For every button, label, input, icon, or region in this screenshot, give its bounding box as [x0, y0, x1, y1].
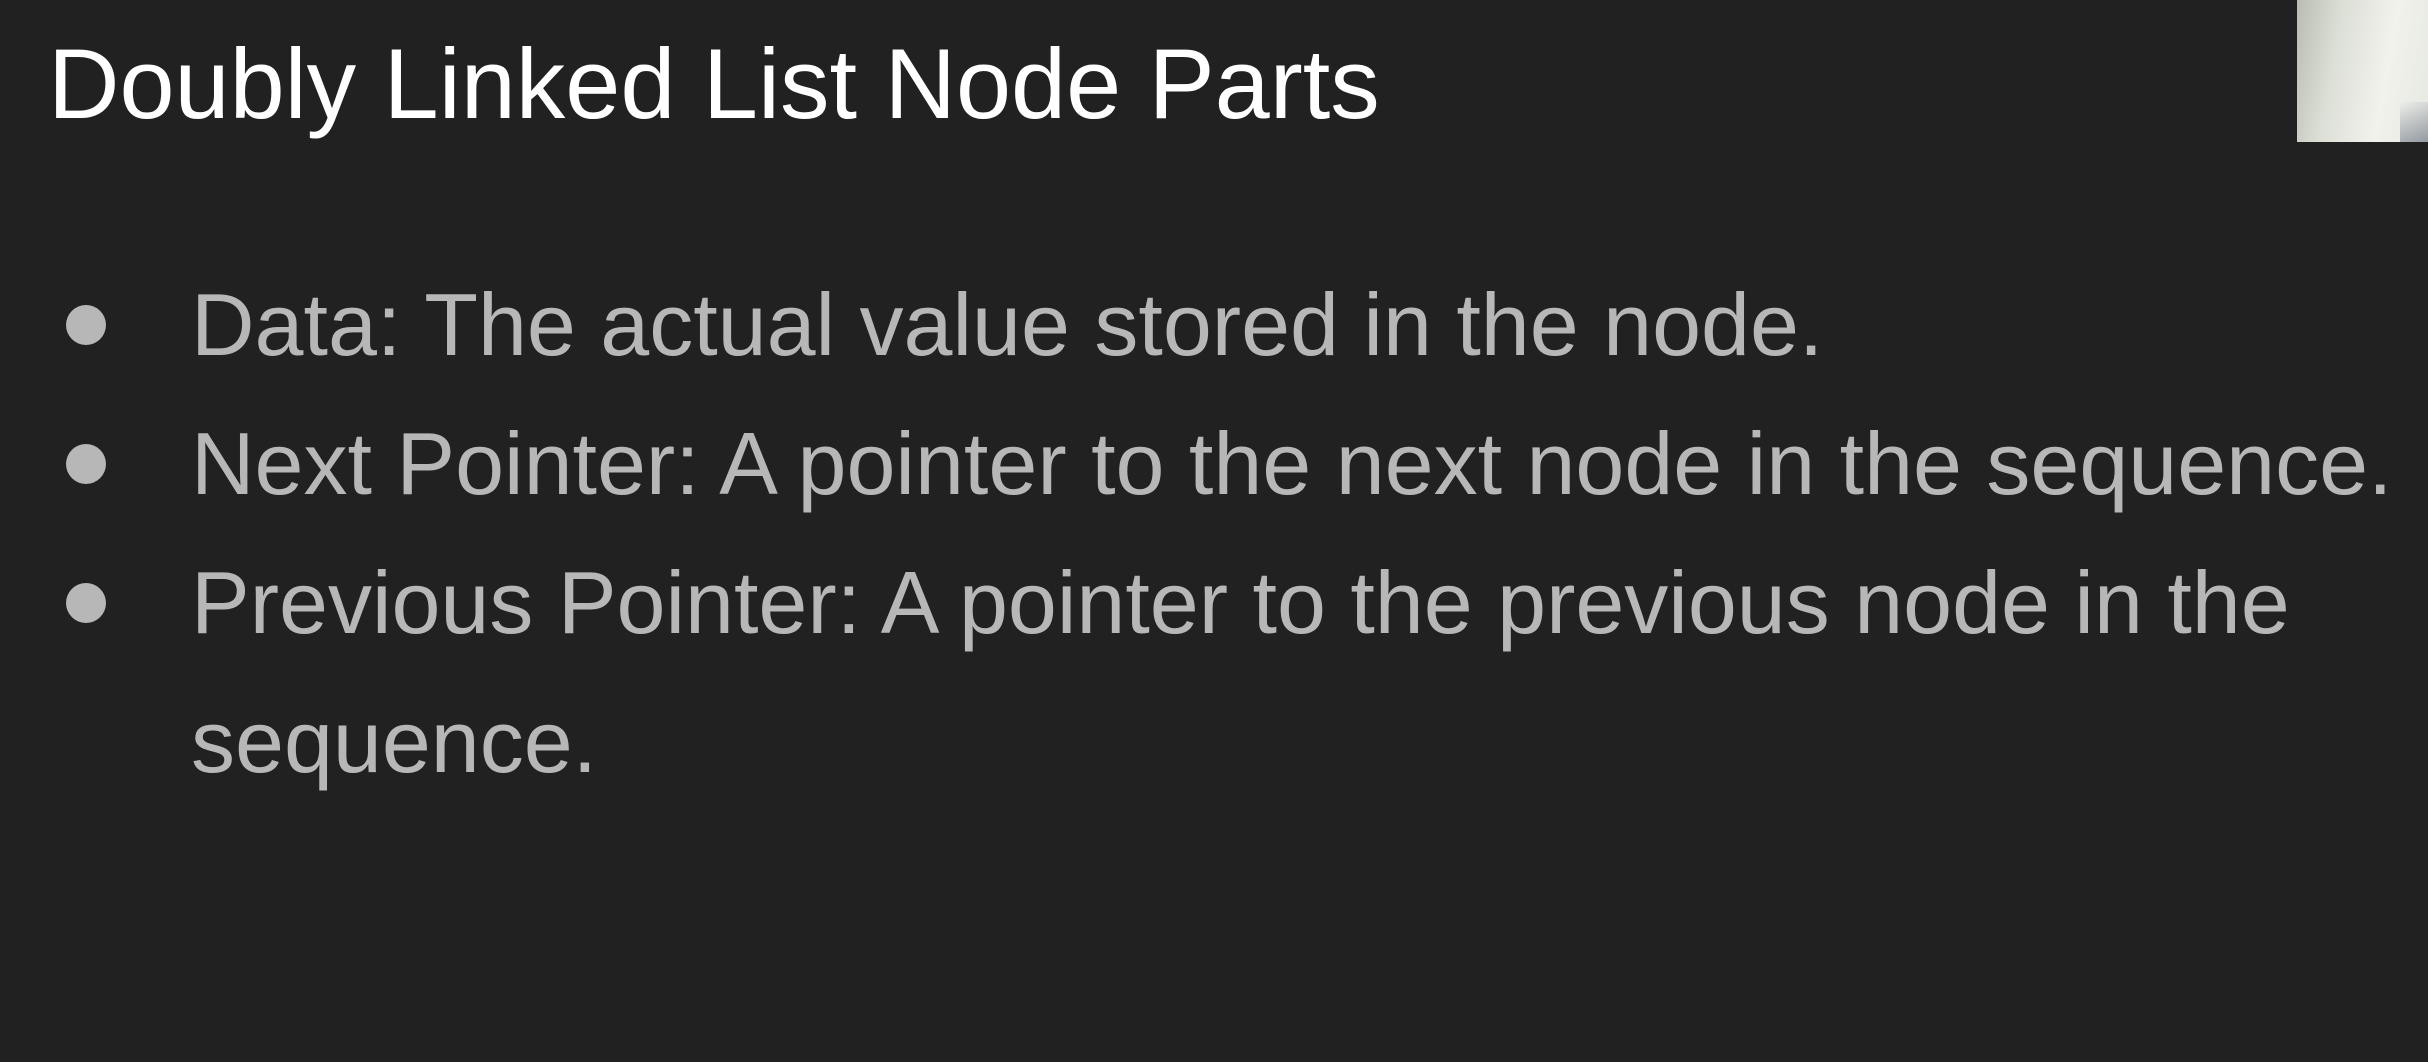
bullet-text: Next Pointer: A pointer to the next node…: [191, 414, 2393, 513]
bullet-item: Previous Pointer: A pointer to the previ…: [0, 533, 2428, 811]
webcam-thumbnail: [2297, 0, 2428, 142]
bullet-item: Next Pointer: A pointer to the next node…: [0, 394, 2428, 533]
webcam-shadow: [2400, 102, 2428, 142]
bullet-text: Previous Pointer: A pointer to the previ…: [191, 553, 2290, 791]
bullet-text: Data: The actual value stored in the nod…: [191, 275, 1824, 374]
slide: Doubly Linked List Node Parts Data: The …: [0, 0, 2428, 1062]
bullet-dot-icon: [66, 444, 106, 484]
bullet-dot-icon: [66, 305, 106, 345]
bullet-list: Data: The actual value stored in the nod…: [0, 255, 2428, 811]
slide-title: Doubly Linked List Node Parts: [48, 28, 1380, 139]
bullet-item: Data: The actual value stored in the nod…: [0, 255, 2428, 394]
bullet-dot-icon: [66, 583, 106, 623]
